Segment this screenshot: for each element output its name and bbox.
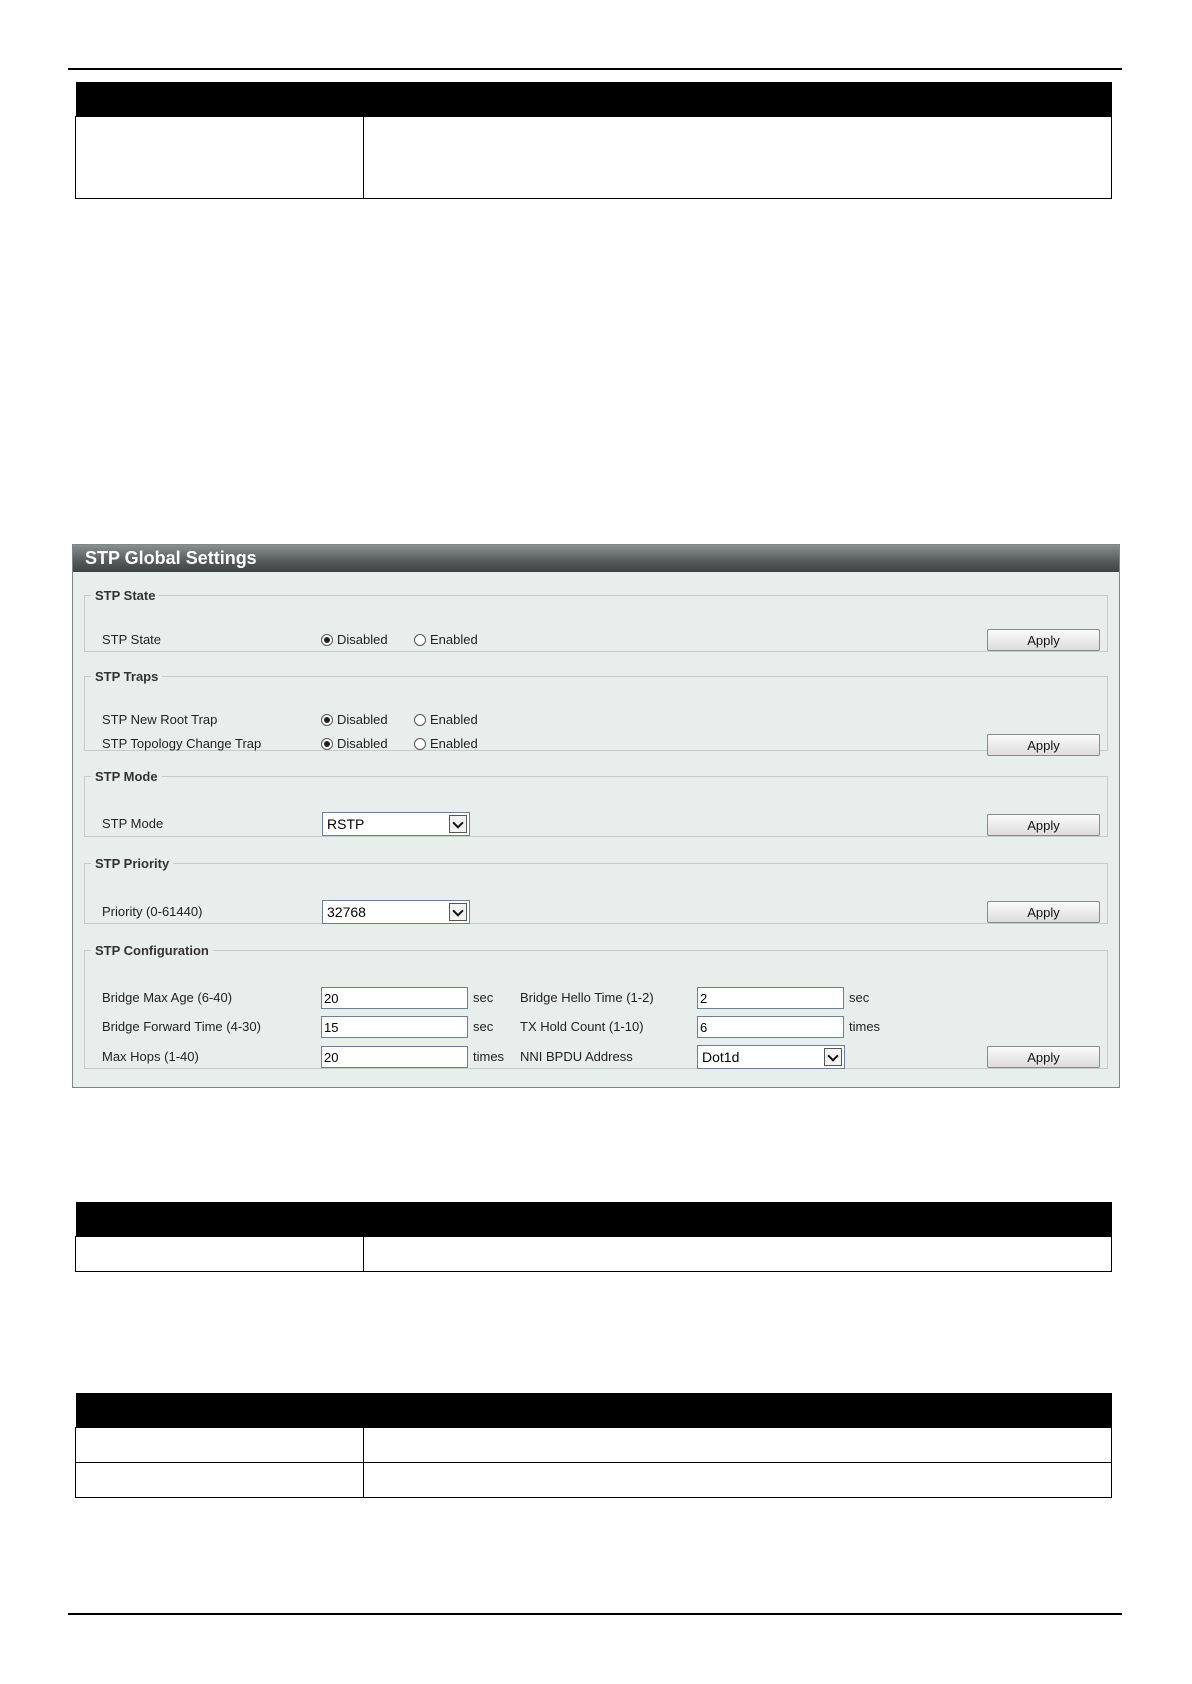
stp-global-settings-panel: STP Global Settings STP State STP State … (72, 544, 1120, 1088)
stp-traps-legend: STP Traps (95, 669, 159, 684)
stp-mode-legend: STP Mode (95, 769, 158, 784)
bridge-hello-time-label: Bridge Hello Time (1-2) (520, 990, 654, 1005)
radio-unselected-icon (414, 714, 426, 726)
nni-bpdu-address-label: NNI BPDU Address (520, 1049, 633, 1064)
parameter-table-2 (75, 1202, 1112, 1272)
chevron-down-icon (824, 1048, 842, 1066)
bridge-max-age-input[interactable] (321, 987, 468, 1009)
stp-state-apply-button[interactable]: Apply (987, 629, 1100, 651)
topology-trap-enabled-radio[interactable]: Enabled (414, 736, 478, 751)
stp-state-disabled-radio[interactable]: Disabled (321, 632, 388, 647)
bridge-forward-time-input[interactable] (321, 1016, 468, 1038)
table-row (75, 1236, 1112, 1272)
table-row (75, 116, 1112, 199)
bridge-hello-time-input[interactable] (697, 987, 844, 1009)
nni-bpdu-address-select[interactable]: Dot1d (697, 1045, 845, 1069)
topology-trap-disabled-radio[interactable]: Disabled (321, 736, 388, 751)
table-header-row (75, 82, 1112, 117)
new-root-trap-disabled-radio[interactable]: Disabled (321, 712, 388, 727)
new-root-trap-enabled-radio[interactable]: Enabled (414, 712, 478, 727)
radio-selected-icon (321, 714, 333, 726)
table-header-row (75, 1202, 1112, 1237)
stp-priority-legend: STP Priority (95, 856, 170, 871)
table-row (75, 1462, 1112, 1498)
parameter-table-1 (75, 82, 1112, 199)
stp-configuration-legend: STP Configuration (95, 943, 209, 958)
stp-priority-group: STP Priority Priority (0-61440) 32768 Ap… (84, 856, 1108, 924)
bridge-hello-time-unit: sec (849, 990, 870, 1005)
stp-mode-apply-button[interactable]: Apply (987, 814, 1100, 836)
stp-state-label: STP State (102, 632, 162, 647)
priority-label: Priority (0-61440) (102, 904, 203, 919)
footer-rule (68, 1613, 1122, 1615)
chevron-down-icon (449, 903, 467, 921)
bridge-forward-time-label: Bridge Forward Time (4-30) (102, 1019, 261, 1034)
stp-traps-apply-button[interactable]: Apply (987, 734, 1100, 756)
stp-configuration-apply-button[interactable]: Apply (987, 1046, 1100, 1068)
radio-selected-icon (321, 634, 333, 646)
chevron-down-icon (449, 815, 467, 833)
stp-traps-group: STP Traps STP New Root Trap Disabled Ena… (84, 669, 1108, 756)
max-hops-input[interactable] (321, 1046, 468, 1068)
radio-selected-icon (321, 738, 333, 750)
bridge-max-age-unit: sec (473, 990, 494, 1005)
bridge-max-age-label: Bridge Max Age (6-40) (102, 990, 233, 1005)
max-hops-label: Max Hops (1-40) (102, 1049, 199, 1064)
stp-mode-group: STP Mode STP Mode RSTP Apply (84, 769, 1108, 837)
panel-title: STP Global Settings (73, 545, 1119, 572)
stp-priority-apply-button[interactable]: Apply (987, 901, 1100, 923)
stp-new-root-trap-label: STP New Root Trap (102, 712, 218, 727)
priority-select[interactable]: 32768 (322, 900, 470, 924)
tx-hold-count-unit: times (849, 1019, 881, 1034)
stp-state-legend: STP State (95, 588, 156, 603)
max-hops-unit: times (473, 1049, 505, 1064)
table-row (75, 1427, 1112, 1463)
stp-state-group: STP State STP State Disabled Enabled App… (84, 588, 1108, 652)
stp-state-enabled-radio[interactable]: Enabled (414, 632, 478, 647)
table-header-row (75, 1393, 1112, 1428)
stp-topology-change-trap-label: STP Topology Change Trap (102, 736, 262, 751)
radio-unselected-icon (414, 634, 426, 646)
tx-hold-count-label: TX Hold Count (1-10) (520, 1019, 644, 1034)
parameter-table-3 (75, 1393, 1112, 1498)
bridge-forward-time-unit: sec (473, 1019, 494, 1034)
stp-configuration-group: STP Configuration Bridge Max Age (6-40) … (84, 943, 1108, 1069)
radio-unselected-icon (414, 738, 426, 750)
stp-mode-label: STP Mode (102, 816, 164, 831)
stp-mode-select[interactable]: RSTP (322, 812, 470, 836)
header-rule (68, 68, 1122, 70)
tx-hold-count-input[interactable] (697, 1016, 844, 1038)
